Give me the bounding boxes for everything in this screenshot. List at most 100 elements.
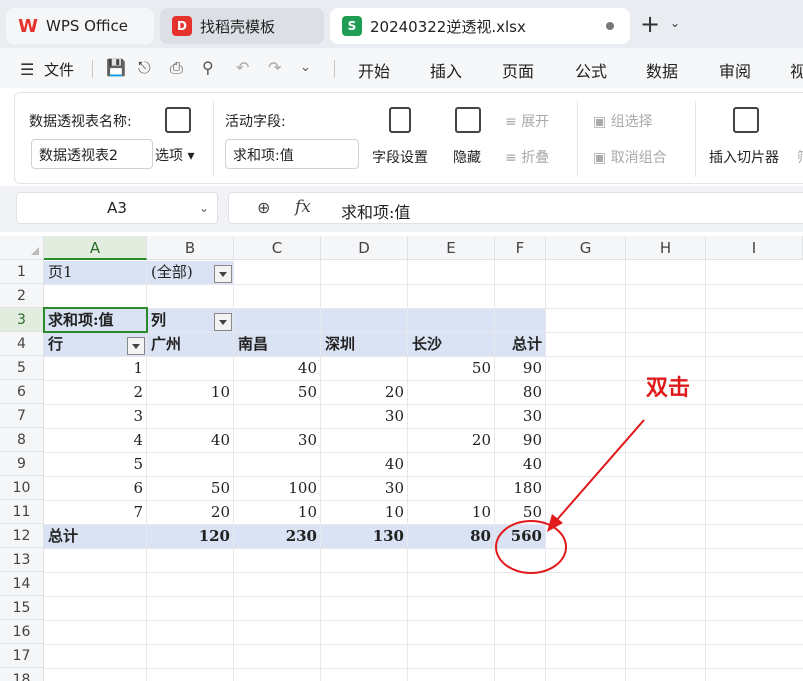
field-settings-button[interactable]: 字段设置 xyxy=(372,147,428,167)
pivot-cell[interactable]: 30 xyxy=(321,404,408,428)
hide-button[interactable]: 隐藏 xyxy=(453,147,481,167)
chevron-down-icon[interactable]: ⌄ xyxy=(300,60,311,75)
pivot-cell[interactable] xyxy=(147,404,234,428)
pivot-header-cell[interactable]: 长沙 xyxy=(408,332,495,356)
hide-icon[interactable] xyxy=(455,107,481,133)
pivot-cell[interactable] xyxy=(408,404,495,428)
pivot-cell[interactable]: 2 xyxy=(44,380,147,404)
column-filter-dropdown-icon[interactable] xyxy=(214,313,232,331)
pivot-cell[interactable]: 40 xyxy=(147,428,234,452)
menu-home[interactable]: 开始 xyxy=(358,58,390,82)
pivot-cell[interactable]: 20 xyxy=(408,428,495,452)
row-header[interactable]: 6 xyxy=(0,380,44,404)
row-header[interactable]: 15 xyxy=(0,596,44,620)
tab-spreadsheet[interactable]: S 20240322逆透视.xlsx xyxy=(330,8,630,44)
column-header-b[interactable]: B xyxy=(147,236,234,260)
fx-icon[interactable]: fx xyxy=(295,197,311,217)
hamburger-icon[interactable]: ☰ xyxy=(20,60,34,79)
pivot-cell[interactable]: 40 xyxy=(234,356,321,380)
pivot-cell[interactable]: 5 xyxy=(44,452,147,476)
active-field-input[interactable]: 求和项:值 xyxy=(225,139,359,169)
row-header[interactable]: 14 xyxy=(0,572,44,596)
row-header[interactable]: 12 xyxy=(0,524,44,548)
pivot-cell[interactable] xyxy=(408,476,495,500)
collapse-button[interactable]: ≡ 折叠 xyxy=(505,147,549,167)
formula-input[interactable]: ⊕ fx 求和项:值 xyxy=(228,192,803,224)
pivot-cell[interactable]: 50 xyxy=(234,380,321,404)
pivot-cell[interactable]: 50 xyxy=(408,356,495,380)
column-header-f[interactable]: F xyxy=(495,236,546,260)
tab-wps-office[interactable]: W WPS Office xyxy=(6,8,154,44)
row-header[interactable]: 18 xyxy=(0,668,44,681)
pivot-cell[interactable]: 4 xyxy=(44,428,147,452)
export-icon[interactable]: ⎋ xyxy=(138,58,151,78)
new-tab-icon[interactable]: + xyxy=(640,12,660,36)
menu-page[interactable]: 页面 xyxy=(502,58,534,82)
pivot-page-label[interactable]: 页1 xyxy=(44,260,147,284)
pivot-header-cell[interactable]: 广州 xyxy=(147,332,234,356)
redo-icon[interactable]: ↷ xyxy=(268,58,281,77)
pivot-cell[interactable] xyxy=(408,452,495,476)
pivot-name-field[interactable]: 数据透视表2 xyxy=(31,139,153,169)
pivot-cell[interactable] xyxy=(321,428,408,452)
pivot-total-cell[interactable]: 130 xyxy=(321,524,408,548)
column-header-a[interactable]: A xyxy=(44,236,147,260)
pivot-cell[interactable]: 3 xyxy=(44,404,147,428)
row-header[interactable]: 1 xyxy=(0,260,44,284)
pivot-cell[interactable] xyxy=(147,356,234,380)
column-header-i[interactable]: I xyxy=(706,236,803,260)
menu-file[interactable]: 文件 xyxy=(44,59,74,80)
unsaved-dot-icon[interactable] xyxy=(606,22,614,30)
pivot-total-cell[interactable]: 80 xyxy=(408,524,495,548)
row-header[interactable]: 8 xyxy=(0,428,44,452)
group-select-button[interactable]: ▣ 组选择 xyxy=(593,111,653,131)
ungroup-button[interactable]: ▣ 取消组合 xyxy=(593,147,667,167)
pivot-header-cell[interactable]: 深圳 xyxy=(321,332,408,356)
pivot-cell[interactable]: 80 xyxy=(495,380,546,404)
page-filter-dropdown-icon[interactable] xyxy=(214,265,232,283)
row-header[interactable]: 3 xyxy=(0,308,44,332)
save-icon[interactable]: 💾 xyxy=(106,58,126,77)
pivot-total-cell[interactable]: 120 xyxy=(147,524,234,548)
select-all-corner[interactable] xyxy=(0,236,44,260)
pivot-cell[interactable]: 40 xyxy=(495,452,546,476)
pivot-cell[interactable]: 100 xyxy=(234,476,321,500)
row-filter-dropdown-icon[interactable] xyxy=(127,337,145,355)
menu-insert[interactable]: 插入 xyxy=(430,58,462,82)
pivot-cell[interactable]: 180 xyxy=(495,476,546,500)
pivot-cell[interactable] xyxy=(147,452,234,476)
pivot-header-cell[interactable]: 总计 xyxy=(495,332,546,356)
column-header-g[interactable]: G xyxy=(546,236,626,260)
menu-formula[interactable]: 公式 xyxy=(575,58,607,82)
pivot-cell[interactable]: 10 xyxy=(408,500,495,524)
pivot-cell[interactable]: 10 xyxy=(147,380,234,404)
name-box[interactable]: A3 ⌄ xyxy=(16,192,218,224)
row-header[interactable]: 9 xyxy=(0,452,44,476)
zoom-icon[interactable]: ⊕ xyxy=(257,198,270,217)
pivot-cell[interactable] xyxy=(408,380,495,404)
pivot-cell[interactable]: 20 xyxy=(321,380,408,404)
undo-icon[interactable]: ↶ xyxy=(236,58,249,77)
row-header[interactable]: 13 xyxy=(0,548,44,572)
pivot-total-label[interactable]: 总计 xyxy=(44,524,147,548)
pivot-cell[interactable] xyxy=(321,356,408,380)
column-header-c[interactable]: C xyxy=(234,236,321,260)
pivot-cell[interactable]: 90 xyxy=(495,428,546,452)
row-header[interactable]: 7 xyxy=(0,404,44,428)
column-header-h[interactable]: H xyxy=(626,236,706,260)
pivot-cell[interactable]: 10 xyxy=(321,500,408,524)
pivot-cell[interactable]: 1 xyxy=(44,356,147,380)
row-header[interactable]: 17 xyxy=(0,644,44,668)
pivot-total-cell[interactable]: 230 xyxy=(234,524,321,548)
menu-view[interactable]: 视 xyxy=(790,58,803,82)
options-button[interactable]: 选项 ▾ xyxy=(155,145,194,165)
pivot-cell[interactable]: 20 xyxy=(147,500,234,524)
column-header-e[interactable]: E xyxy=(408,236,495,260)
pivot-cell[interactable]: 6 xyxy=(44,476,147,500)
column-header-d[interactable]: D xyxy=(321,236,408,260)
row-header[interactable]: 16 xyxy=(0,620,44,644)
pivot-cell[interactable]: 7 xyxy=(44,500,147,524)
insert-slicer-button[interactable]: 插入切片器 xyxy=(709,147,779,167)
slicer-icon[interactable] xyxy=(733,107,759,133)
pivot-cell[interactable]: 30 xyxy=(321,476,408,500)
